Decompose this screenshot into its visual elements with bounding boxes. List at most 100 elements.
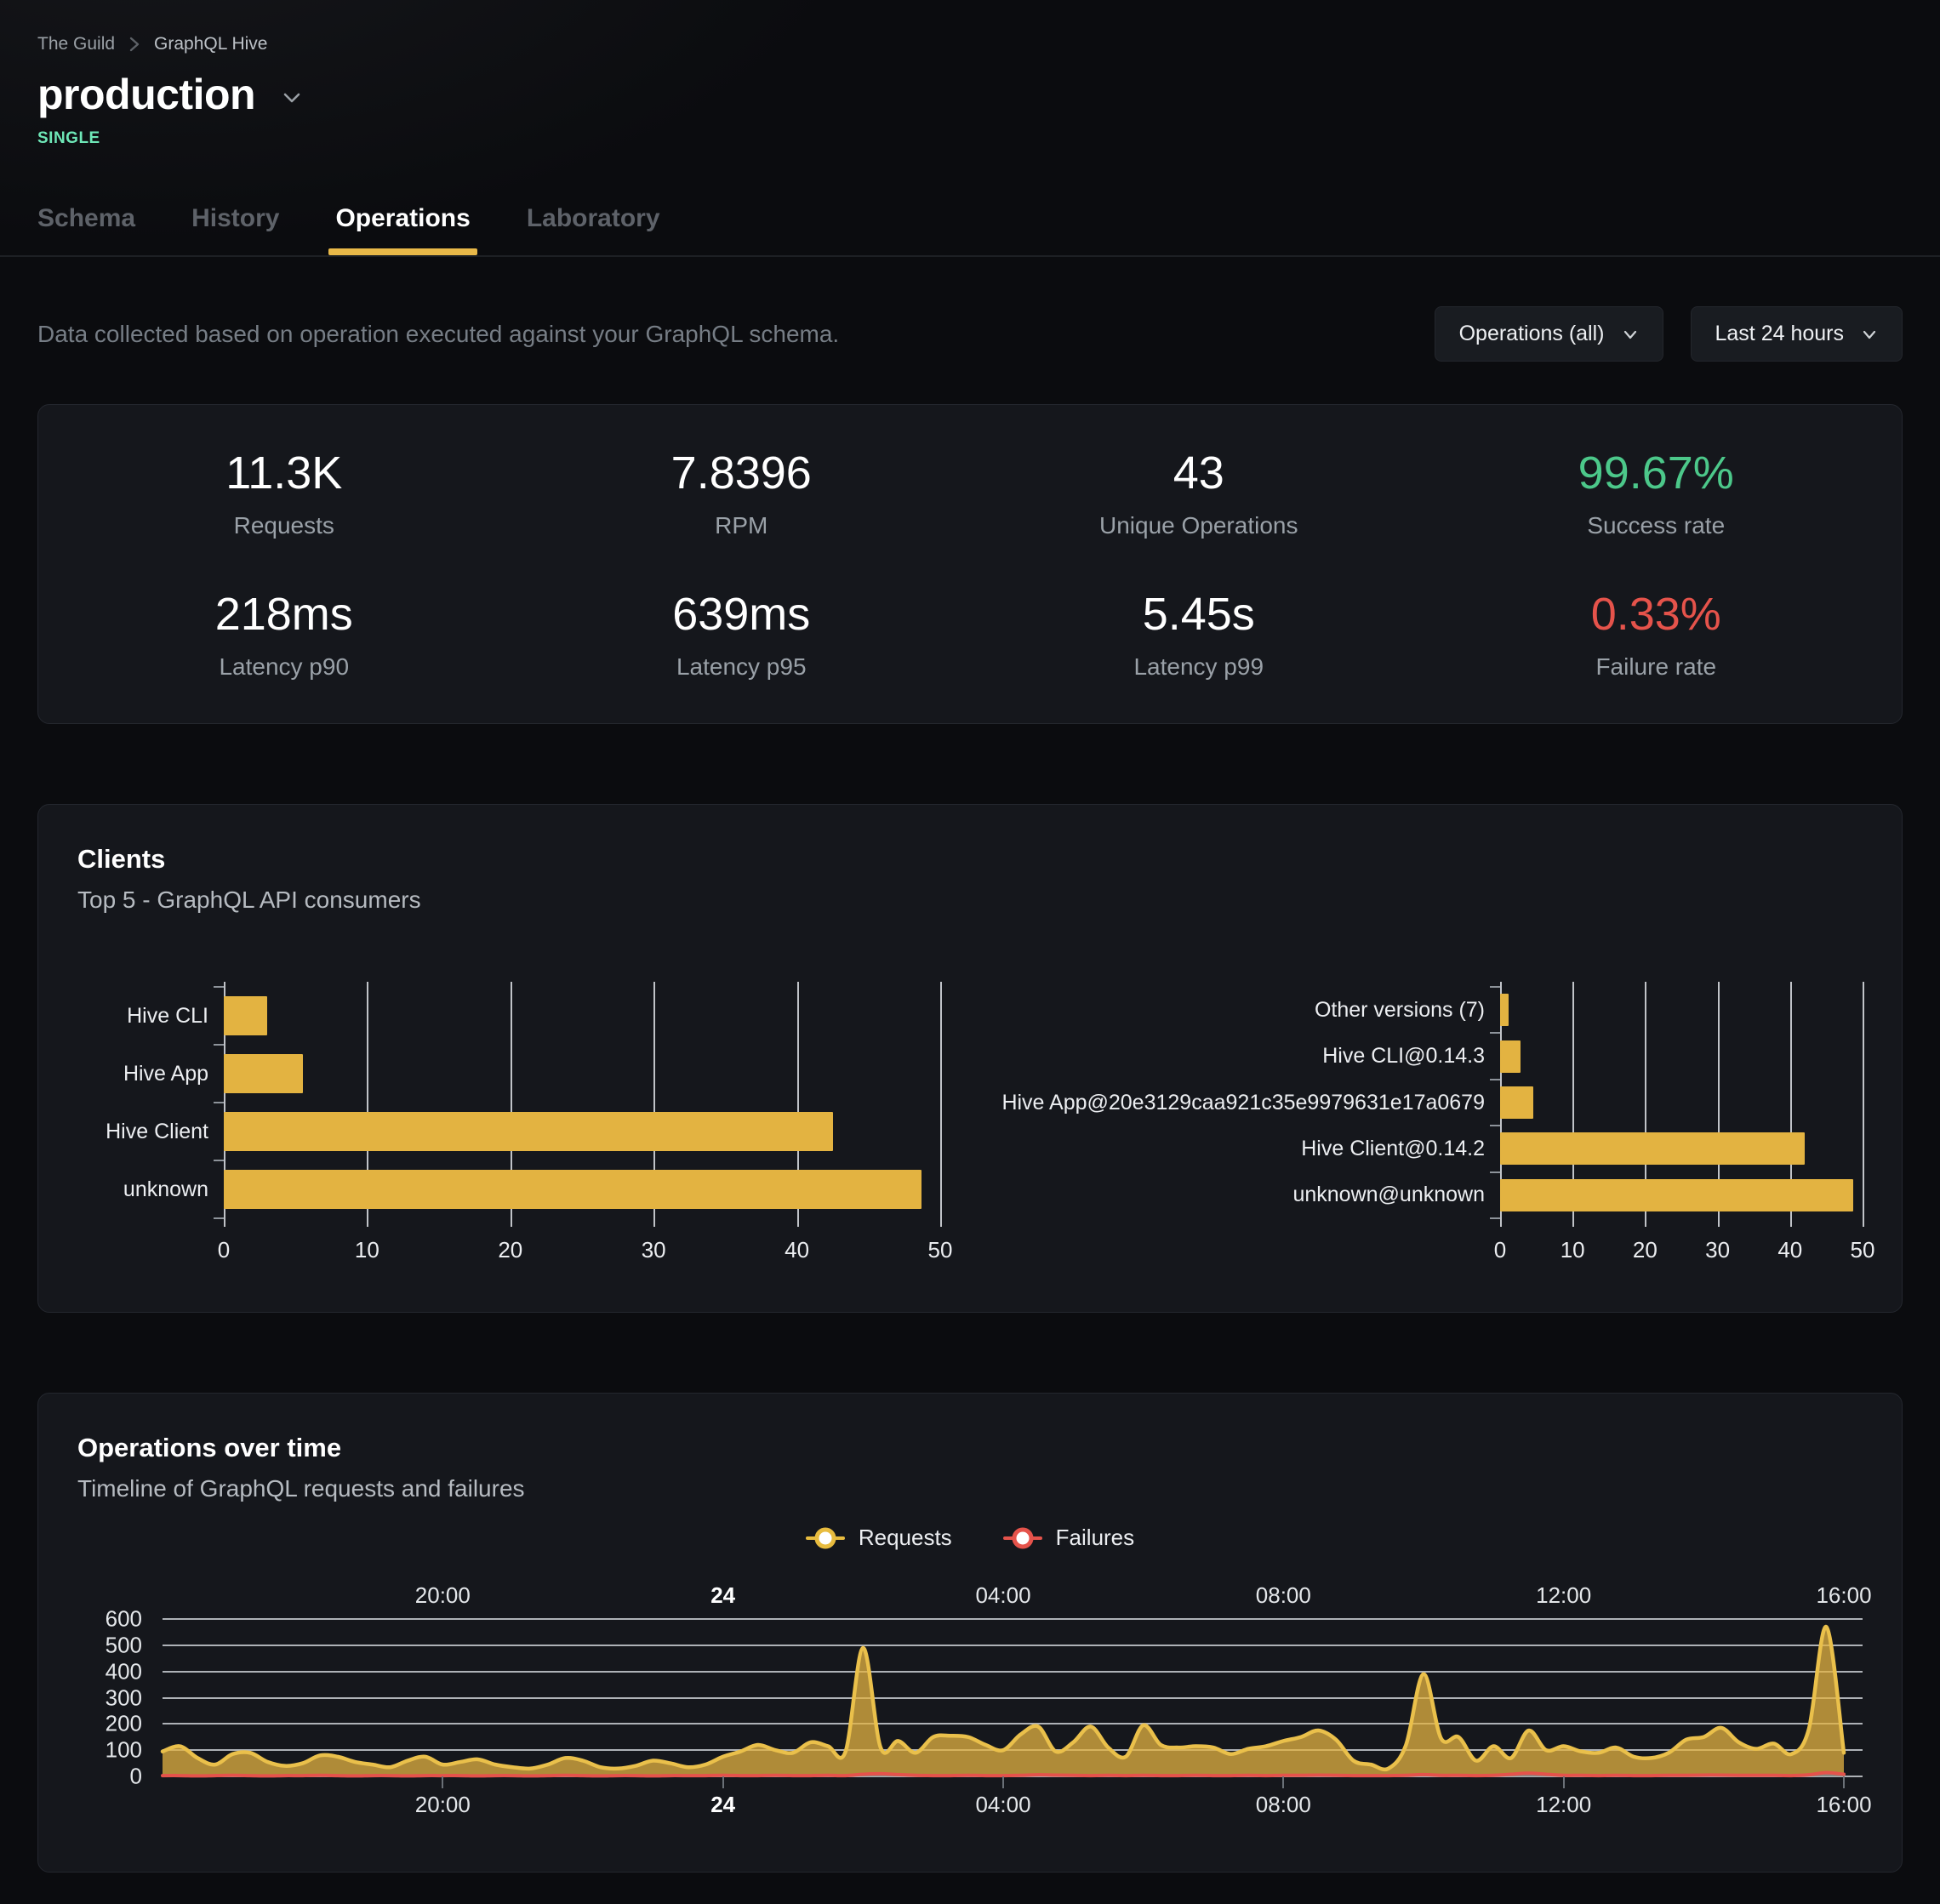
bar-track [1500,987,1863,1033]
bar-category-label: unknown [77,1177,224,1202]
bar-track [1500,1172,1863,1218]
period-filter-dropdown[interactable]: Last 24 hours [1691,306,1903,362]
axis-tick-label: 30 [1705,1237,1730,1263]
target-selector-chevron-down-icon[interactable] [279,78,305,111]
axis-tick-label: 20:00 [415,1582,471,1609]
axis-tick [442,1776,443,1788]
tab-laboratory[interactable]: Laboratory [527,204,660,255]
stat-value: 99.67% [1428,447,1886,499]
axis-tick-label: 12:00 [1536,1582,1591,1609]
axis-tick-label: 400 [106,1658,142,1685]
operations-filter-value: Operations (all) [1459,322,1605,346]
tab-operations[interactable]: Operations [335,204,470,255]
stat-value: 43 [970,447,1428,499]
legend-item-failures[interactable]: Failures [1003,1525,1134,1551]
bar [1500,1086,1533,1119]
stat-latency-p99: 5.45s Latency p99 [970,589,1428,681]
axis-tick-label: 04:00 [975,1792,1030,1818]
axis-tick-label: 20 [498,1237,522,1263]
axis-tick-label: 0 [130,1764,142,1790]
axis-tick-label: 50 [1851,1237,1875,1263]
axis-tick-label: 24 [710,1792,735,1818]
tab-schema[interactable]: Schema [37,204,135,255]
bar-row: Hive Client [77,1103,940,1160]
timeline-card-title: Operations over time [77,1433,1863,1463]
axis-tick-label: 40 [1777,1237,1802,1263]
stat-label: Failure rate [1428,653,1886,681]
axis-tick-label: 50 [928,1237,953,1263]
stat-latency-p95: 639ms Latency p95 [513,589,971,681]
legend-label: Requests [859,1525,952,1551]
page-content: Data collected based on operation execut… [0,306,1940,1898]
requests-series-marker-icon [806,1530,845,1547]
timeline-card-subtitle: Timeline of GraphQL requests and failure… [77,1475,1863,1502]
stat-value: 11.3K [55,447,513,499]
bar [1500,1132,1805,1165]
axis-tick [722,1776,724,1788]
stat-value: 639ms [513,589,971,640]
bar-category-label: Hive App@20e3129caa921c35e9979631e17a067… [1000,1091,1500,1115]
operations-timeline-chart: 20:002404:0008:0012:0016:000100200300400… [77,1575,1863,1827]
timeline-y-axis: 0100200300400500600 [77,1619,163,1776]
bar-track [224,987,940,1045]
bar-row: unknown [77,1160,940,1218]
axis-tick-label: 12:00 [1536,1792,1591,1818]
tab-bar: Schema History Operations Laboratory [37,204,1903,255]
stat-value: 0.33% [1428,589,1886,640]
axis-tick-label: 10 [355,1237,379,1263]
bar-category-label: unknown@unknown [1000,1183,1500,1207]
breadcrumb-project-link[interactable]: GraphQL Hive [154,34,267,54]
bar-category-label: Hive App [77,1062,224,1086]
stat-failure-rate: 0.33% Failure rate [1428,589,1886,681]
bar-category-label: Hive Client@0.14.2 [1000,1137,1500,1161]
breadcrumb-org-link[interactable]: The Guild [37,34,115,54]
clients-card-title: Clients [77,844,1863,875]
bar-category-label: Other versions (7) [1000,998,1500,1023]
stat-label: RPM [513,512,971,539]
stat-label: Unique Operations [970,512,1428,539]
page-title: production [37,70,255,119]
stat-label: Latency p90 [55,653,513,681]
operations-dashboard-page: The Guild GraphQL Hive production SINGLE… [0,0,1940,1904]
bar-row: Hive CLI [77,987,940,1045]
target-type-badge: SINGLE [37,129,1903,148]
axis-tick-label: 100 [106,1737,142,1764]
stat-success-rate: 99.67% Success rate [1428,447,1886,539]
stat-value: 7.8396 [513,447,971,499]
bar-chart-plot: Hive CLI Hive App Hive Client unknown [77,987,940,1218]
legend-item-requests[interactable]: Requests [806,1525,952,1551]
gridline [940,982,942,1227]
stat-label: Requests [55,512,513,539]
stat-value: 5.45s [970,589,1428,640]
chevron-down-icon [1622,326,1639,343]
axis-inner: 20:002404:0008:0012:0016:00 [163,1575,1844,1619]
timeline-series-layer [163,1619,1844,1776]
tab-history[interactable]: History [191,204,279,255]
clients-card: Clients Top 5 - GraphQL API consumers Hi… [37,804,1903,1313]
period-filter-value: Last 24 hours [1715,322,1845,346]
axis-tick-label: 08:00 [1256,1582,1311,1609]
axis-tick-label: 200 [106,1711,142,1737]
bar-track [224,1160,940,1218]
stat-label: Success rate [1428,512,1886,539]
axis-tick-label: 30 [642,1237,666,1263]
bar-row: Hive App@20e3129caa921c35e9979631e17a067… [1000,1080,1863,1126]
axis-corner [77,1776,163,1827]
stat-requests: 11.3K Requests [55,447,513,539]
axis-tick-label: 20 [1633,1237,1658,1263]
axis-inner: 20:002404:0008:0012:0016:00 [163,1776,1844,1827]
clients-card-subtitle: Top 5 - GraphQL API consumers [77,886,1863,914]
bar-category-label: Hive Client [77,1120,224,1144]
bar [1500,1040,1521,1073]
bar-category-label: Hive CLI [77,1004,224,1029]
axis-tick-label: 300 [106,1685,142,1711]
bar-row: unknown@unknown [1000,1172,1863,1218]
bar-row: Hive Client@0.14.2 [1000,1126,1863,1171]
bar-track [1500,1033,1863,1079]
bar-chart-x-axis: 01020304050 [224,1218,940,1268]
axis-tick [1002,1776,1004,1788]
stats-summary-card: 11.3K Requests 7.8396 RPM 43 Unique Oper… [37,404,1903,724]
bar-category-label: Hive CLI@0.14.3 [1000,1044,1500,1069]
chevron-right-icon [128,35,140,54]
operations-filter-dropdown[interactable]: Operations (all) [1435,306,1663,362]
